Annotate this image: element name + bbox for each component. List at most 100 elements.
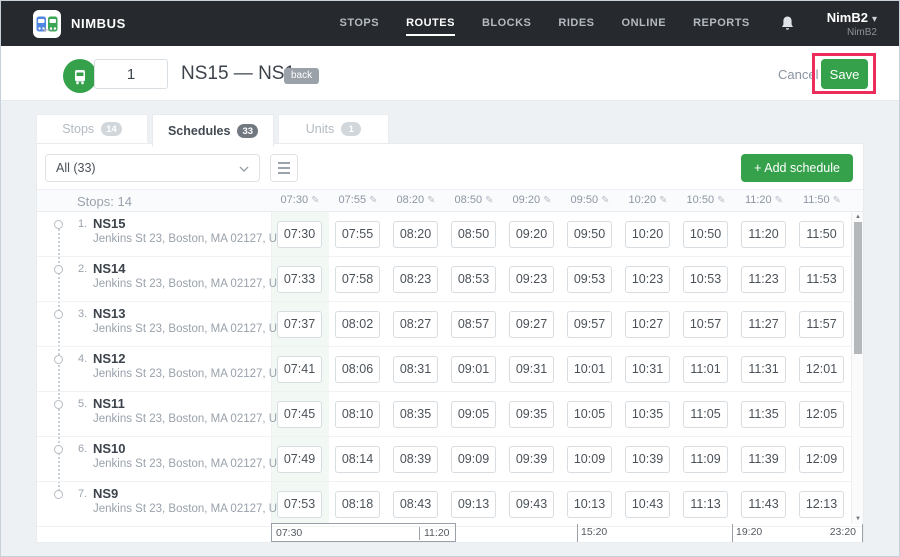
scroll-up-arrow-icon[interactable]: ▲ [852,212,864,222]
scrollbar-thumb[interactable] [854,222,862,354]
time-cell[interactable]: 08:06 [335,356,380,383]
time-cell[interactable]: 08:20 [393,221,438,248]
time-cell[interactable]: 12:13 [799,491,844,518]
time-cell[interactable]: 09:57 [567,311,612,338]
time-cell[interactable]: 07:41 [277,356,322,383]
time-cell[interactable]: 11:53 [799,266,844,293]
time-cell[interactable]: 11:57 [799,311,844,338]
time-cell[interactable]: 09:13 [451,491,496,518]
time-cell[interactable]: 09:23 [509,266,554,293]
add-schedule-button[interactable]: + Add schedule [741,154,853,182]
time-cell[interactable]: 07:55 [335,221,380,248]
list-view-button[interactable] [270,154,298,182]
time-cell[interactable]: 10:31 [625,356,670,383]
stop-marker-icon[interactable] [54,445,63,454]
nav-item-online[interactable]: ONLINE [622,11,667,36]
time-cell[interactable]: 10:01 [567,356,612,383]
edit-pencil-icon[interactable]: ✎ [543,195,551,206]
time-cell[interactable]: 11:01 [683,356,728,383]
time-cell[interactable]: 11:27 [741,311,786,338]
time-cell[interactable]: 08:18 [335,491,380,518]
save-button[interactable]: Save [821,59,868,89]
back-arrow-icon[interactable]: ← [39,17,58,39]
time-cell[interactable]: 09:09 [451,446,496,473]
time-cell[interactable]: 10:27 [625,311,670,338]
time-cell[interactable]: 08:43 [393,491,438,518]
time-cell[interactable]: 10:50 [683,221,728,248]
edit-pencil-icon[interactable]: ✎ [601,195,609,206]
time-cell[interactable]: 10:57 [683,311,728,338]
time-cell[interactable]: 11:39 [741,446,786,473]
edit-pencil-icon[interactable]: ✎ [833,195,841,206]
time-cell[interactable]: 08:31 [393,356,438,383]
time-cell[interactable]: 12:09 [799,446,844,473]
time-cell[interactable]: 08:53 [451,266,496,293]
time-cell[interactable]: 09:31 [509,356,554,383]
time-cell[interactable]: 09:27 [509,311,554,338]
time-cell[interactable]: 08:10 [335,401,380,428]
stop-marker-icon[interactable] [54,400,63,409]
time-cell[interactable]: 09:35 [509,401,554,428]
time-cell[interactable]: 11:20 [741,221,786,248]
nav-item-routes[interactable]: ROUTES [406,11,455,36]
time-cell[interactable]: 10:43 [625,491,670,518]
time-cell[interactable]: 08:57 [451,311,496,338]
time-cell[interactable]: 07:53 [277,491,322,518]
time-cell[interactable]: 07:49 [277,446,322,473]
tab-units[interactable]: Units1 [278,114,389,143]
nav-item-rides[interactable]: RIDES [558,11,594,36]
time-cell[interactable]: 10:23 [625,266,670,293]
timeline-viewport-window[interactable]: 07:30 11:20 [271,523,456,542]
time-cell[interactable]: 07:30 [277,221,322,248]
edit-pencil-icon[interactable]: ✎ [717,195,725,206]
time-cell[interactable]: 09:50 [567,221,612,248]
time-cell[interactable]: 08:39 [393,446,438,473]
route-number-input[interactable] [94,59,168,89]
time-cell[interactable]: 10:53 [683,266,728,293]
time-cell[interactable]: 10:09 [567,446,612,473]
time-cell[interactable]: 09:43 [509,491,554,518]
time-cell[interactable]: 11:23 [741,266,786,293]
notifications-bell-icon[interactable] [780,15,795,32]
stop-marker-icon[interactable] [54,265,63,274]
time-cell[interactable]: 08:27 [393,311,438,338]
vertical-scrollbar[interactable]: ▲ ▼ [851,212,863,524]
time-cell[interactable]: 07:33 [277,266,322,293]
edit-pencil-icon[interactable]: ✎ [369,195,377,206]
time-cell[interactable]: 11:50 [799,221,844,248]
time-cell[interactable]: 07:45 [277,401,322,428]
time-cell[interactable]: 07:58 [335,266,380,293]
tab-stops[interactable]: Stops14 [36,114,148,143]
stop-marker-icon[interactable] [54,355,63,364]
time-cell[interactable]: 09:05 [451,401,496,428]
tab-schedules[interactable]: Schedules33 [152,114,274,147]
schedule-filter-select[interactable]: All (33) [45,154,260,182]
time-cell[interactable]: 11:09 [683,446,728,473]
time-cell[interactable]: 10:20 [625,221,670,248]
cancel-button[interactable]: Cancel [778,67,818,82]
nav-item-blocks[interactable]: BLOCKS [482,11,531,36]
edit-pencil-icon[interactable]: ✎ [775,195,783,206]
user-menu[interactable]: NimB2▾ NimB2 [827,9,877,39]
time-cell[interactable]: 11:13 [683,491,728,518]
time-cell[interactable]: 08:23 [393,266,438,293]
time-cell[interactable]: 10:35 [625,401,670,428]
edit-pencil-icon[interactable]: ✎ [311,195,319,206]
time-cell[interactable]: 09:39 [509,446,554,473]
edit-pencil-icon[interactable]: ✎ [485,195,493,206]
nav-item-reports[interactable]: REPORTS [693,11,750,36]
time-cell[interactable]: 10:05 [567,401,612,428]
edit-pencil-icon[interactable]: ✎ [427,195,435,206]
time-cell[interactable]: 11:43 [741,491,786,518]
stop-marker-icon[interactable] [54,220,63,229]
time-cell[interactable]: 11:35 [741,401,786,428]
nav-item-stops[interactable]: STOPS [340,11,380,36]
time-cell[interactable]: 11:05 [683,401,728,428]
time-cell[interactable]: 12:05 [799,401,844,428]
time-cell[interactable]: 09:01 [451,356,496,383]
time-cell[interactable]: 09:20 [509,221,554,248]
stop-marker-icon[interactable] [54,310,63,319]
time-cell[interactable]: 11:31 [741,356,786,383]
time-cell[interactable]: 08:02 [335,311,380,338]
time-cell[interactable]: 10:13 [567,491,612,518]
